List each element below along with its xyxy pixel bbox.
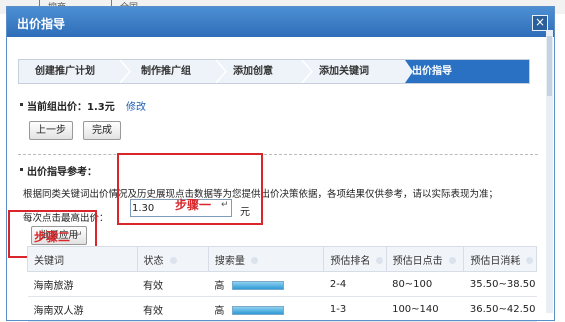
cell-status: 有效: [137, 296, 209, 322]
modify-link[interactable]: 修改: [126, 98, 146, 113]
volume-bar: [232, 281, 285, 290]
step-bid-guide: 出价指导: [412, 66, 452, 77]
sort-icon[interactable]: [376, 257, 384, 264]
step-separator: [301, 60, 313, 83]
table-row: 海南旅游 有效 高 2-4 80~100 35.50~38.50: [27, 271, 537, 297]
close-icon[interactable]: ×: [532, 15, 548, 31]
cell-volume: 高: [208, 271, 324, 297]
col-header-cost[interactable]: 预估日消耗: [463, 246, 537, 272]
col-header-keyword: 关键词: [27, 246, 138, 272]
col-header-volume[interactable]: 搜索量: [207, 246, 325, 272]
col-header-status[interactable]: 状态: [136, 246, 209, 272]
cell-keyword: 海南旅游: [27, 271, 138, 297]
cell-volume: 高: [208, 296, 324, 322]
sort-icon[interactable]: [169, 257, 177, 264]
bullet-square: [20, 168, 23, 171]
cell-clicks: 100~140: [386, 296, 464, 322]
step-separator: [119, 60, 131, 83]
section-divider: [18, 154, 538, 155]
sort-icon[interactable]: [526, 257, 534, 264]
dialog-titlebar[interactable]: 出价指导 ×: [7, 7, 554, 37]
done-button[interactable]: 完成: [83, 121, 121, 140]
keyword-table: 关键词 状态 搜索量 预估排名 预估日点击 预估日消耗 海南旅游 有效 高 2-…: [27, 246, 537, 322]
col-header-clicks[interactable]: 预估日点击: [385, 246, 465, 272]
table-row: 海南双人游 有效 高 1-3 100~140 36.50~42.50: [27, 296, 537, 322]
cell-status: 有效: [137, 271, 209, 297]
step-add-creative: 添加创意: [233, 66, 273, 77]
step-add-keywords: 添加关键词: [319, 66, 369, 77]
cell-rank: 1-3: [323, 296, 387, 322]
bullet-square: [20, 103, 23, 106]
annotation-box-step-one: [117, 153, 263, 225]
reference-heading: 出价指导参考：: [27, 167, 97, 178]
step-make-group: 制作推广组: [141, 66, 191, 77]
dialog-scrollbar[interactable]: [546, 30, 553, 313]
cell-rank: 2-4: [323, 271, 387, 297]
dialog-title: 出价指导: [17, 17, 66, 31]
back-button[interactable]: 上一步: [29, 121, 73, 140]
volume-bar: [232, 306, 285, 315]
current-bid-label: 当前组出价：1.3元: [27, 102, 115, 113]
scrollbar-thumb[interactable]: [547, 36, 552, 96]
sort-icon[interactable]: [448, 257, 456, 264]
cell-cost: 35.50~38.50: [463, 271, 537, 297]
annotation-step-two: 步骤二: [34, 230, 71, 244]
step-progress-bar: 创建推广计划 制作推广组 添加创意 添加关键词 出价指导: [18, 59, 530, 84]
step-separator: [215, 60, 227, 83]
step-create-plan: 创建推广计划: [35, 66, 95, 77]
sort-icon[interactable]: [250, 257, 258, 264]
cell-cost: 36.50~42.50: [463, 296, 537, 322]
cell-keyword: 海南双人游: [27, 296, 138, 322]
cell-clicks: 80~100: [386, 271, 464, 297]
col-header-rank[interactable]: 预估排名: [323, 246, 387, 272]
